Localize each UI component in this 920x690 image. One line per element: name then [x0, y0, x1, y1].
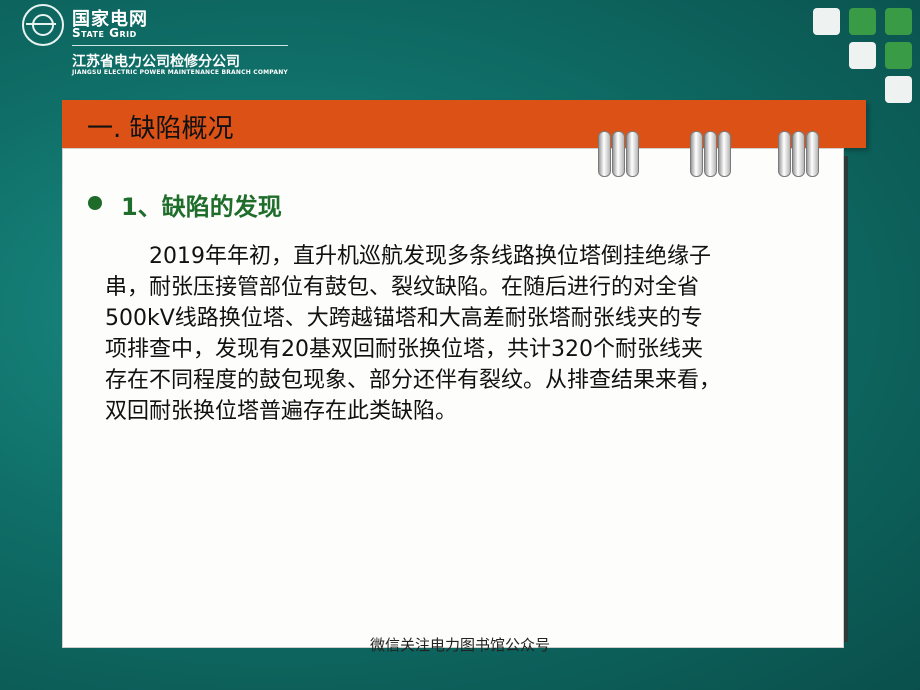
paragraph-line: 双回耐张换位塔普遍存在此类缺陷。: [105, 399, 458, 424]
paragraph-line: 500kV线路换位塔、大跨越锚塔和大高差耐张塔耐张线夹的专: [105, 306, 703, 331]
paragraph-line: 串，耐张压接管部位有鼓包、裂纹缺陷。在随后进行的对全省: [105, 275, 700, 300]
section-title: 1、缺陷的发现: [121, 193, 282, 221]
paragraph-line: 项排查中，发现有20基双回耐张换位塔，共计320个耐张线夹: [105, 337, 703, 362]
bullet-dot-icon: [88, 196, 102, 210]
decor-square-1: [813, 8, 840, 35]
paragraph-line: 存在不同程度的鼓包现象、部分还伴有裂纹。从排查结果来看，: [105, 368, 722, 393]
paragraph-line: 2019年年初，直升机巡航发现多条线路换位塔倒挂绝缘子: [149, 244, 711, 269]
binder-ring-icon: [778, 131, 820, 177]
binder-ring-icon: [598, 131, 640, 177]
slide-title: 一. 缺陷概况: [87, 114, 234, 144]
decor-square-6: [885, 76, 912, 103]
decor-square-3: [885, 8, 912, 35]
body-paragraph: 2019年年初，直升机巡航发现多条线路换位塔倒挂绝缘子 串，耐张压接管部位有鼓包…: [105, 241, 821, 427]
binder-ring-icon: [690, 131, 732, 177]
company-name-en: JIANGSU ELECTRIC POWER MAINTENANCE BRANC…: [72, 69, 288, 76]
company-name-cn: 江苏省电力公司检修分公司: [72, 54, 240, 70]
brand-name-en: State Grid: [72, 26, 137, 40]
state-grid-logo-icon: [22, 4, 64, 46]
decor-square-4: [849, 42, 876, 69]
header-divider: [72, 45, 288, 46]
decor-square-2: [849, 8, 876, 35]
decor-square-5: [885, 42, 912, 69]
slide-title-bar: 一. 缺陷概况: [62, 100, 866, 148]
content-card: 1、缺陷的发现 2019年年初，直升机巡航发现多条线路换位塔倒挂绝缘子 串，耐张…: [62, 148, 844, 648]
footer-watermark: 微信关注电力图书馆公众号: [369, 636, 550, 654]
